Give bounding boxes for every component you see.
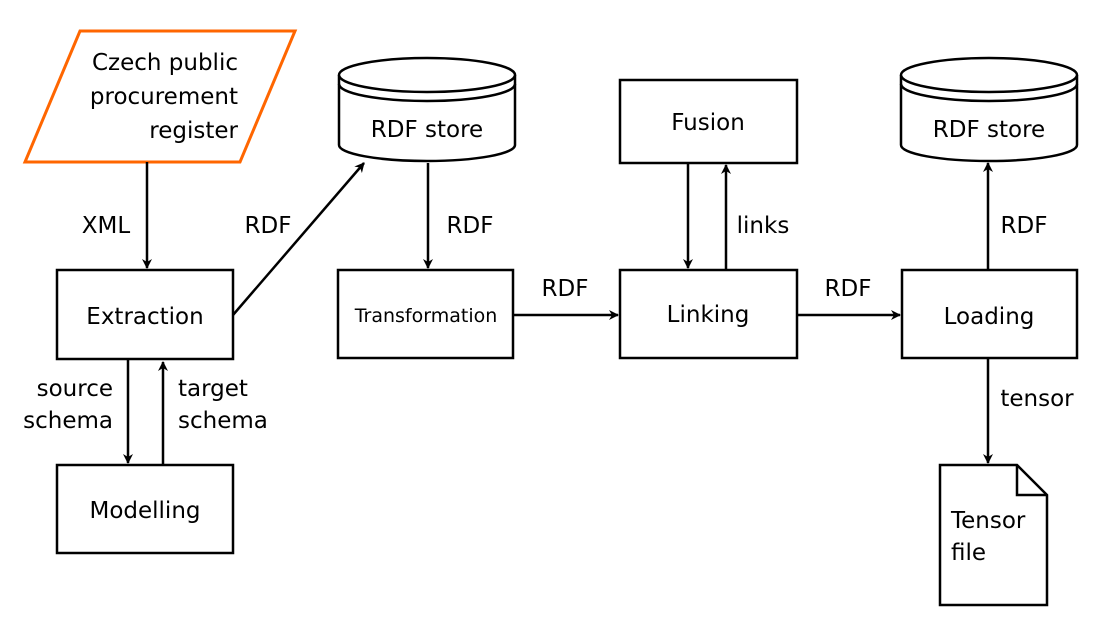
fusion-label: Fusion — [671, 110, 745, 136]
linking-label: Linking — [667, 302, 750, 328]
edge-label-rdf-store: RDF — [447, 213, 494, 239]
edge-label-rdf-loading: RDF — [1001, 213, 1048, 239]
etl-pipeline-diagram: marker path{} Czech public procurement r… — [22, 29, 1079, 607]
loading-node: Loading — [900, 268, 1079, 360]
edge-label-target-schema-1: target — [178, 376, 248, 402]
source-label-2: procurement — [90, 84, 238, 110]
tensor-file-node: Tensor file — [938, 463, 1049, 607]
edge-label-source-schema-2: schema — [23, 408, 113, 434]
edge-label-rdf-transformation: RDF — [542, 276, 589, 302]
edge-label-target-schema-2: schema — [178, 408, 268, 434]
fusion-node: Fusion — [618, 78, 799, 165]
transformation-label: Transformation — [354, 305, 498, 327]
edge-label-xml: XML — [82, 213, 131, 239]
modelling-label: Modelling — [89, 498, 200, 524]
edge-label-tensor: tensor — [1000, 386, 1074, 412]
edge-label-rdf-linking: RDF — [825, 276, 872, 302]
transformation-node: Transformation — [336, 268, 515, 360]
edge-label-source-schema-1: source — [37, 376, 113, 402]
source-node: Czech public procurement register — [22, 29, 298, 164]
edge-label-rdf-extraction: RDF — [245, 213, 292, 239]
source-label-3: register — [149, 118, 238, 144]
rdf-store-2-node: RDF store — [899, 56, 1079, 163]
loading-label: Loading — [944, 304, 1035, 330]
source-label-1: Czech public — [92, 50, 238, 76]
extraction-label: Extraction — [86, 304, 203, 330]
linking-node: Linking — [618, 268, 799, 360]
rdf-store-1-label: RDF store — [371, 117, 483, 143]
edge-label-links: links — [737, 213, 790, 239]
extraction-node: Extraction — [55, 268, 235, 361]
rdf-store-2-label: RDF store — [933, 117, 1045, 143]
tensor-file-label-1: Tensor — [950, 508, 1026, 534]
modelling-node: Modelling — [55, 463, 235, 555]
tensor-file-label-2: file — [951, 540, 986, 566]
rdf-store-1-node: RDF store — [337, 56, 517, 163]
